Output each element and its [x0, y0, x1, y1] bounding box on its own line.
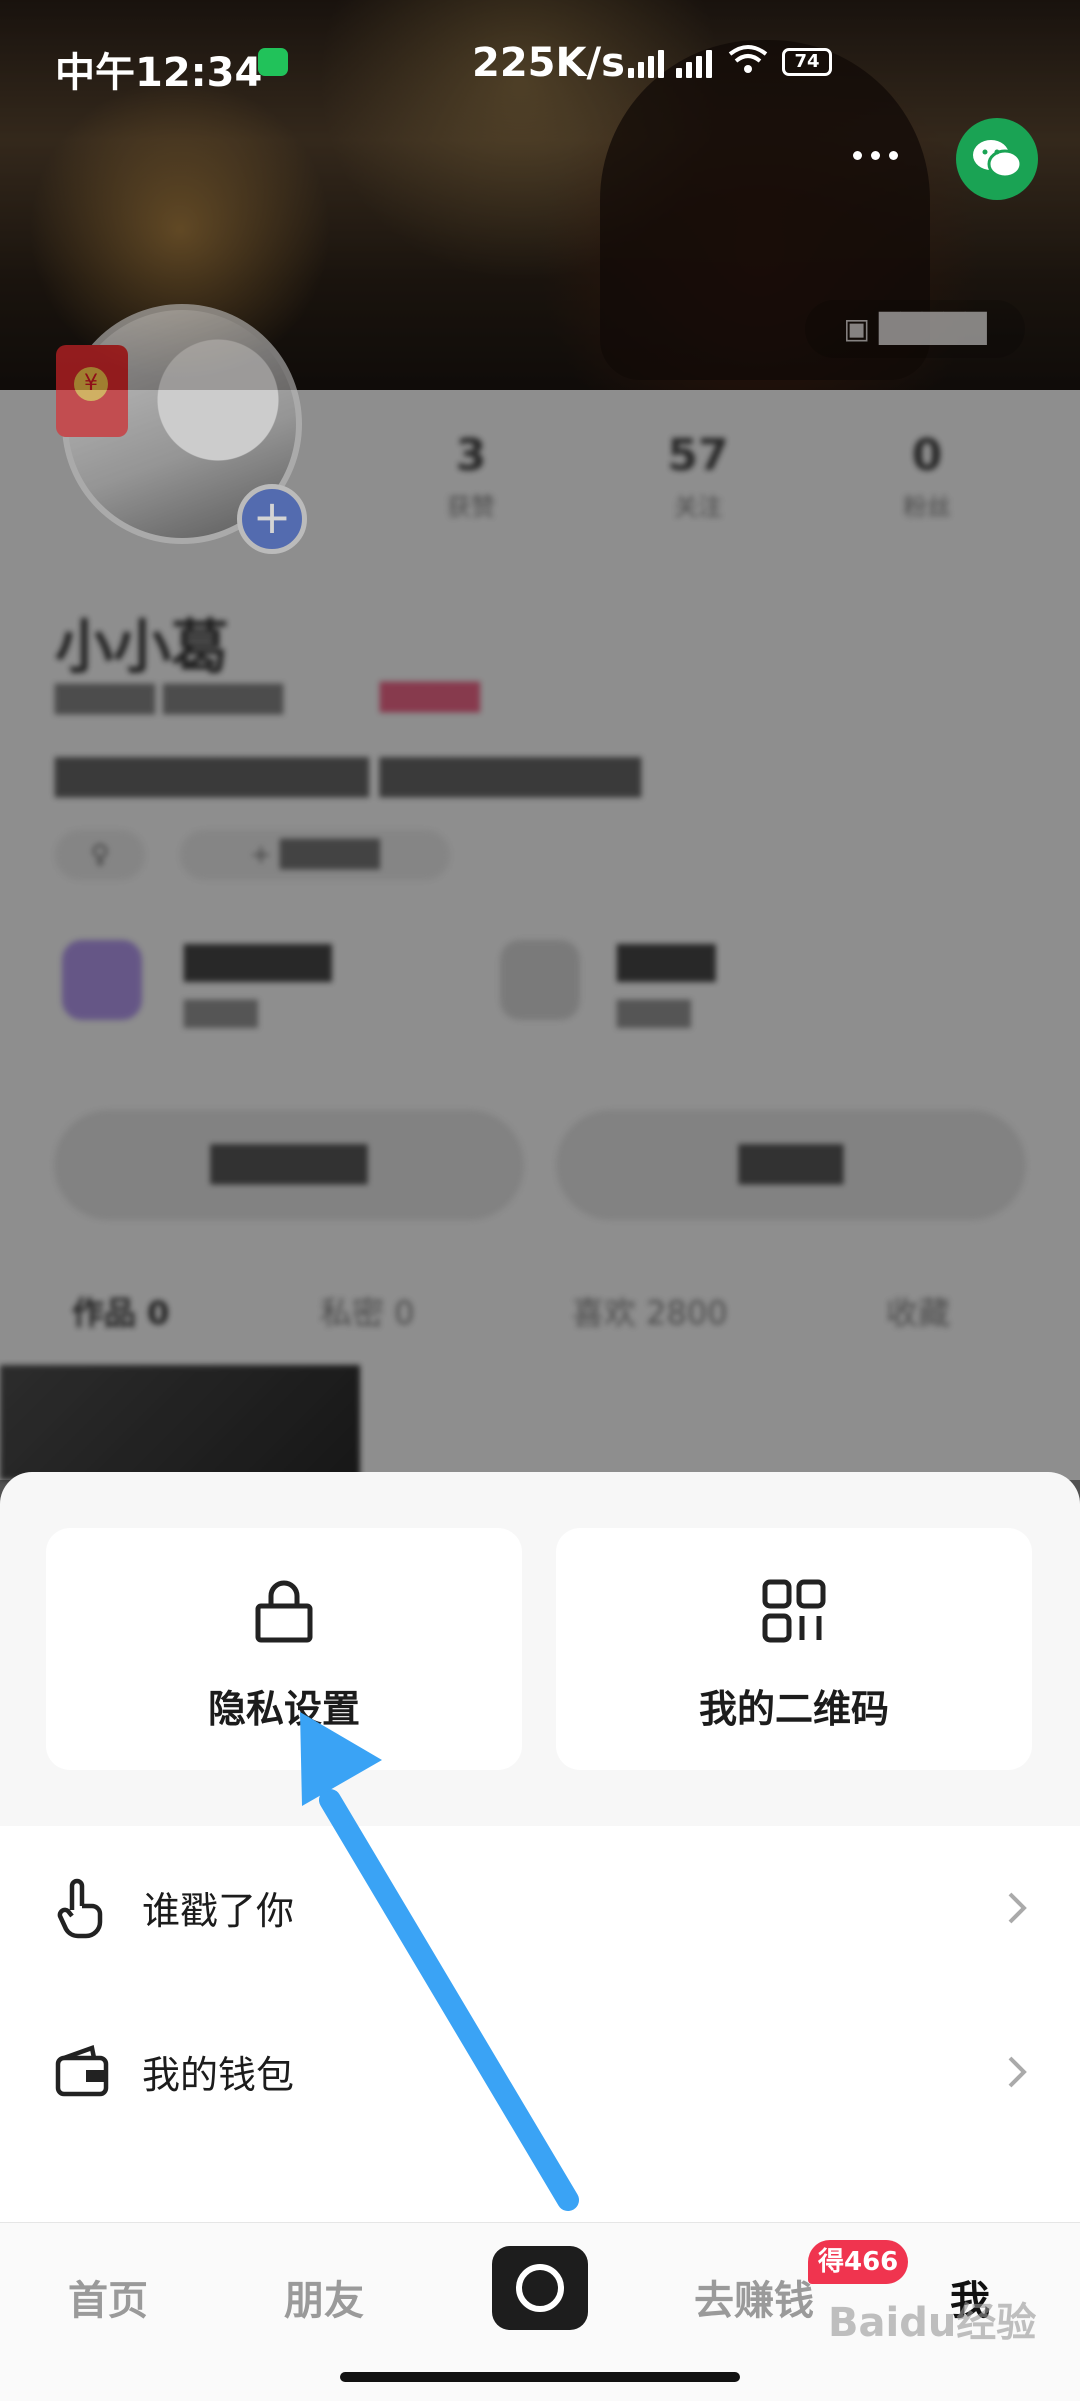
watermark: Baidu经验: [828, 2300, 1037, 2346]
wechat-glyph-icon: [973, 140, 1023, 179]
home-indicator[interactable]: [340, 2372, 740, 2382]
network-speed: 225K/s: [472, 40, 625, 86]
earn-badge: 得466: [808, 2240, 909, 2284]
who-poked-you-label: 谁戳了你: [142, 1889, 295, 1933]
qrcode-icon: [762, 1579, 826, 1643]
hand-tap-icon: [57, 1878, 103, 1939]
red-packet-icon[interactable]: [56, 345, 128, 437]
wechat-icon[interactable]: [956, 118, 1038, 200]
who-poked-you-row[interactable]: 谁戳了你: [0, 1826, 1080, 1990]
camera-create-button[interactable]: [492, 2246, 588, 2330]
tab-home[interactable]: 首页: [68, 2268, 148, 2326]
my-wallet-row[interactable]: 我的钱包: [0, 1990, 1080, 2154]
tab-friends[interactable]: 朋友: [284, 2268, 364, 2326]
add-avatar-button[interactable]: +: [237, 484, 307, 554]
more-options-button[interactable]: [832, 120, 918, 190]
lock-icon: [255, 1580, 313, 1643]
tab-earn[interactable]: 去赚钱: [694, 2268, 814, 2326]
chevron-right-icon: [1008, 2056, 1027, 2088]
wallet-icon: [55, 2045, 109, 2097]
battery-icon: 74: [782, 48, 832, 76]
status-bar: 中午12:34 225K/s 74: [0, 0, 1080, 130]
status-time: 中午12:34: [55, 50, 263, 96]
signal-icon: [628, 46, 664, 78]
message-notification-icon: [258, 48, 288, 76]
sheet-list: 谁戳了你 我的钱包: [0, 1826, 1080, 2222]
signal-2-icon: [676, 46, 712, 78]
set-background-button[interactable]: ▣ █████: [805, 300, 1025, 358]
privacy-settings-card[interactable]: 隐私设置: [46, 1528, 522, 1770]
wifi-icon: [728, 45, 768, 73]
my-qrcode-label: 我的二维码: [698, 1687, 889, 1731]
privacy-settings-label: 隐私设置: [207, 1687, 360, 1731]
my-qrcode-card[interactable]: 我的二维码: [556, 1528, 1032, 1770]
my-wallet-label: 我的钱包: [142, 2053, 295, 2097]
chevron-right-icon: [1008, 1892, 1027, 1924]
